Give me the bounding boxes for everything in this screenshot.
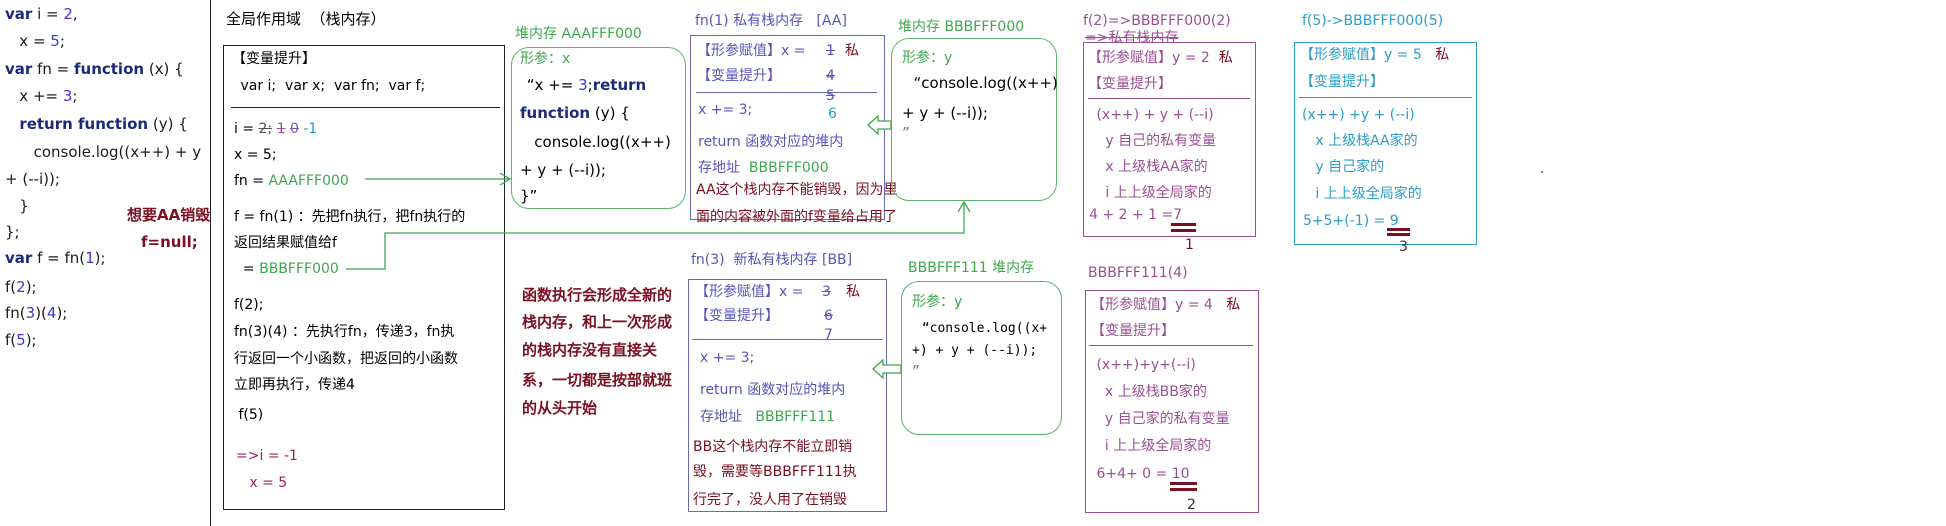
hollow-arrow-heap-bbb111-to-bb: [872, 358, 902, 380]
hollow-arrow-heap-bbb000-to-aa: [867, 114, 892, 136]
connectors: [346, 114, 971, 380]
arrow-fn-to-heap-aaa: [365, 172, 512, 186]
arrow-f-to-heap-bbb000: [346, 200, 971, 270]
